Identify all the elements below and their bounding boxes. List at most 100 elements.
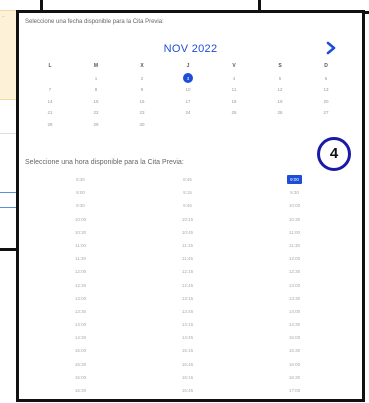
- calendar-day[interactable]: 16: [119, 96, 165, 108]
- calendar-empty-cell: [211, 119, 257, 131]
- time-slot[interactable]: 10:30: [241, 213, 348, 226]
- time-slot[interactable]: 14:30: [27, 331, 134, 344]
- calendar-day[interactable]: 29: [73, 119, 119, 131]
- time-slot[interactable]: 14:00: [241, 305, 348, 318]
- time-slot[interactable]: 12:30: [27, 279, 134, 292]
- time-slot[interactable]: 16:00: [241, 358, 348, 371]
- time-slot[interactable]: 16:30: [27, 384, 134, 397]
- time-slot[interactable]: 12:45: [134, 279, 241, 292]
- calendar-day-label: 5: [278, 75, 282, 81]
- calendar-day[interactable]: 23: [119, 107, 165, 119]
- time-slot[interactable]: 15:00: [241, 331, 348, 344]
- time-slot[interactable]: 11:00: [27, 239, 134, 252]
- time-slot[interactable]: 16:45: [134, 384, 241, 397]
- calendar-day[interactable]: 26: [257, 107, 303, 119]
- calendar-day[interactable]: 4: [211, 73, 257, 85]
- calendar-day[interactable]: 20: [303, 96, 349, 108]
- calendar-day[interactable]: 3: [165, 73, 211, 85]
- time-slot[interactable]: 11:45: [134, 252, 241, 265]
- calendar-day-label: 6: [324, 75, 328, 81]
- time-slot-label: 17:00: [288, 388, 301, 393]
- calendar-day[interactable]: 13: [303, 84, 349, 96]
- time-slot[interactable]: 10:15: [134, 213, 241, 226]
- calendar-day[interactable]: 24: [165, 107, 211, 119]
- time-slot[interactable]: 9:00: [241, 173, 348, 186]
- calendar-day-label: 23: [139, 110, 145, 115]
- time-slot[interactable]: 9:15: [134, 186, 241, 199]
- time-slot[interactable]: 12:00: [241, 252, 348, 265]
- time-slot[interactable]: 11:00: [241, 226, 348, 239]
- time-slot-label: 14:30: [288, 322, 301, 328]
- calendar-day[interactable]: 14: [27, 96, 73, 108]
- calendar-day[interactable]: 25: [211, 107, 257, 119]
- time-slot[interactable]: 13:00: [241, 279, 348, 292]
- calendar-day[interactable]: 8: [73, 84, 119, 96]
- time-slot[interactable]: 16:00: [27, 371, 134, 384]
- time-slot[interactable]: 14:45: [134, 331, 241, 344]
- time-slot[interactable]: 10:00: [241, 199, 348, 212]
- time-slot[interactable]: 9:45: [134, 199, 241, 212]
- time-slot[interactable]: 12:30: [241, 265, 348, 278]
- time-slot[interactable]: 13:15: [134, 292, 241, 305]
- calendar-day[interactable]: 7: [27, 84, 73, 96]
- time-slot[interactable]: 13:30: [27, 305, 134, 318]
- calendar-day[interactable]: 28: [27, 119, 73, 131]
- calendar-day[interactable]: 12: [257, 84, 303, 96]
- time-slot[interactable]: 12:15: [134, 265, 241, 278]
- time-slot[interactable]: 14:30: [241, 318, 348, 331]
- time-slot-label: 14:15: [181, 322, 194, 328]
- calendar-day[interactable]: 15: [73, 96, 119, 108]
- time-slot[interactable]: 8:30: [27, 173, 134, 186]
- time-slot[interactable]: 10:30: [27, 226, 134, 239]
- time-slot-label: 9:30: [290, 190, 299, 196]
- calendar-day[interactable]: 27: [303, 107, 349, 119]
- time-slot[interactable]: 8:45: [134, 173, 241, 186]
- calendar-day[interactable]: 5: [257, 73, 303, 85]
- calendar-day[interactable]: 19: [257, 96, 303, 108]
- time-slot[interactable]: 15:30: [241, 344, 348, 357]
- time-slot[interactable]: 9:30: [27, 199, 134, 212]
- calendar-day[interactable]: 9: [119, 84, 165, 96]
- time-slot[interactable]: 10:00: [27, 213, 134, 226]
- calendar-day[interactable]: 6: [303, 73, 349, 85]
- time-slot[interactable]: 16:15: [134, 371, 241, 384]
- calendar-day[interactable]: 17: [165, 96, 211, 108]
- time-slot-label: 12:00: [74, 269, 87, 275]
- calendar-day[interactable]: 2: [119, 73, 165, 85]
- time-slot[interactable]: 10:45: [134, 226, 241, 239]
- time-slot[interactable]: 9:30: [241, 186, 348, 199]
- calendar-day[interactable]: 30: [119, 119, 165, 131]
- calendar-day[interactable]: 1: [73, 73, 119, 85]
- weekday-label: D: [324, 63, 328, 69]
- time-slot[interactable]: 13:30: [241, 292, 348, 305]
- time-slot-label: 9:45: [183, 203, 192, 209]
- time-slot[interactable]: 9:00: [27, 186, 134, 199]
- time-slot[interactable]: 14:00: [27, 318, 134, 331]
- time-slot[interactable]: 13:45: [134, 305, 241, 318]
- calendar-day[interactable]: 10: [165, 84, 211, 96]
- time-slot-label: 11:45: [182, 256, 193, 262]
- calendar-empty-cell: [27, 73, 73, 85]
- calendar-day[interactable]: 21: [27, 107, 73, 119]
- time-slot[interactable]: 16:30: [241, 371, 348, 384]
- time-slot[interactable]: 15:30: [27, 358, 134, 371]
- time-slot[interactable]: 17:00: [241, 384, 348, 397]
- time-slot[interactable]: 11:30: [241, 239, 348, 252]
- time-slot-label: 12:30: [288, 269, 301, 275]
- time-slot[interactable]: 15:15: [134, 344, 241, 357]
- time-slot[interactable]: 15:00: [27, 344, 134, 357]
- time-slot[interactable]: 12:00: [27, 265, 134, 278]
- calendar-day[interactable]: 22: [73, 107, 119, 119]
- calendar-day[interactable]: 18: [211, 96, 257, 108]
- time-slot-label: 9:30: [76, 203, 85, 209]
- next-month-button[interactable]: [323, 40, 339, 56]
- time-slot-row: 8:30 8:45 9:00: [27, 173, 349, 186]
- time-slot-label: 14:45: [181, 335, 194, 341]
- calendar-day[interactable]: 11: [211, 84, 257, 96]
- time-slot[interactable]: 11:30: [27, 252, 134, 265]
- time-slot[interactable]: 13:00: [27, 292, 134, 305]
- time-slot[interactable]: 15:45: [134, 358, 241, 371]
- time-slot[interactable]: 11:15: [134, 239, 241, 252]
- time-slot-label: 9:00: [287, 175, 302, 184]
- time-slot[interactable]: 14:15: [134, 318, 241, 331]
